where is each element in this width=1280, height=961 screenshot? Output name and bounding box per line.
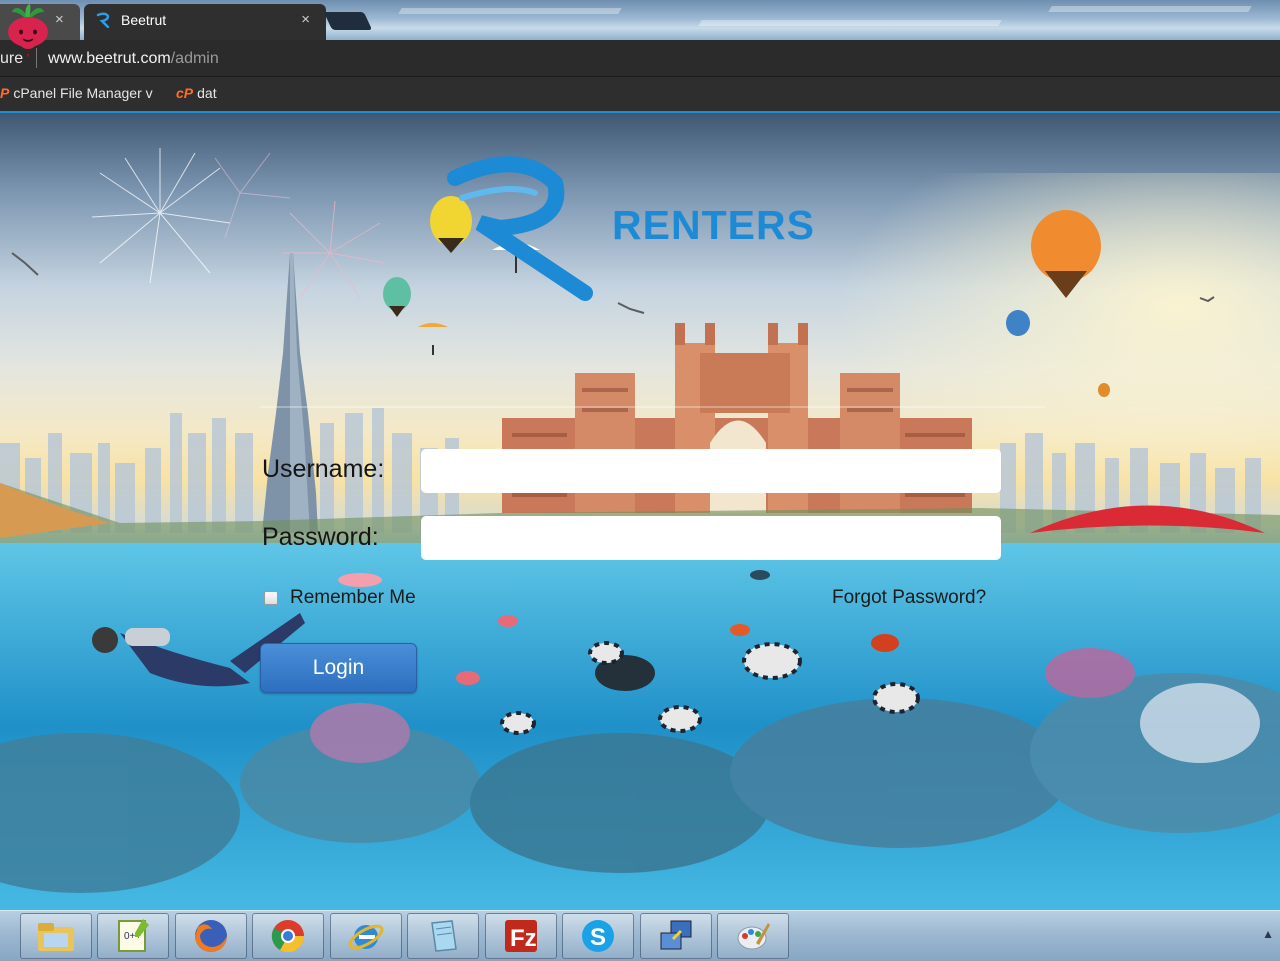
tabstrip-decoration <box>1048 6 1252 12</box>
url-host: www.beetrut.com <box>48 50 171 67</box>
cpanel-icon: cP <box>176 85 194 101</box>
new-tab-button[interactable] <box>323 12 373 30</box>
paint-icon <box>737 923 770 950</box>
taskbar-remote-desktop[interactable] <box>640 913 712 959</box>
bookmark-label: dat <box>197 85 217 101</box>
filezilla-icon: Fz <box>505 920 537 952</box>
bookmark-label: cPanel File Manager v <box>13 85 153 101</box>
show-hidden-icons-button[interactable]: ▲ <box>1262 927 1274 941</box>
taskbar-chrome[interactable] <box>252 913 324 959</box>
remote-desktop-icon <box>660 920 692 950</box>
tabstrip-decoration <box>398 8 622 14</box>
tabstrip-decoration <box>698 20 1002 26</box>
login-page: RENTERS Username: Password: Remember Me … <box>0 113 1280 910</box>
url-text[interactable]: www.beetrut.com/admin <box>48 50 219 68</box>
username-input[interactable] <box>421 449 1001 493</box>
internet-explorer-icon <box>348 924 384 950</box>
tab-beetrut[interactable]: Beetrut × <box>84 4 326 40</box>
brand-name: RENTERS <box>612 202 815 248</box>
tower-building <box>262 253 318 533</box>
password-input[interactable] <box>421 516 1001 560</box>
tab-close-icon[interactable]: × <box>301 11 310 28</box>
remember-me-label[interactable]: Remember Me <box>290 587 416 609</box>
address-bar[interactable]: ure www.beetrut.com/admin <box>0 40 1280 77</box>
renters-logo-icon <box>447 156 593 301</box>
url-path: /admin <box>170 50 219 67</box>
taskbar-paint[interactable] <box>717 913 789 959</box>
taskbar-file-explorer[interactable] <box>20 913 92 959</box>
bookmarks-bar: PcPanel File Manager v cP dat <box>0 77 1280 113</box>
login-button[interactable]: Login <box>260 643 417 693</box>
background-scene: RENTERS <box>0 148 1280 910</box>
bookmark-dat[interactable]: cP dat <box>176 85 217 101</box>
taskbar-firefox[interactable] <box>175 913 247 959</box>
taskbar-notepad[interactable] <box>407 913 479 959</box>
taskbar-filezilla[interactable]: Fz <box>485 913 557 959</box>
tab-title: Beetrut <box>121 12 167 28</box>
forgot-password-link[interactable]: Forgot Password? <box>832 587 986 609</box>
fireworks <box>91 148 386 299</box>
beet-logo-icon <box>8 4 48 58</box>
firefox-icon <box>195 920 227 952</box>
username-label: Username: <box>262 455 385 483</box>
file-explorer-icon <box>38 923 74 951</box>
chrome-icon <box>271 920 305 953</box>
svg-text:Fz: Fz <box>510 925 537 952</box>
renters-favicon-icon <box>96 12 112 31</box>
tab-close-icon[interactable]: × <box>55 11 64 28</box>
taskbar-notepad-plus-plus[interactable]: 0++ <box>97 913 169 959</box>
taskbar-internet-explorer[interactable] <box>330 913 402 959</box>
cpanel-icon: P <box>0 85 10 101</box>
tab-strip: × Beetrut × <box>0 0 1280 40</box>
taskbar-skype[interactable]: S <box>562 913 634 959</box>
svg-text:S: S <box>590 924 606 951</box>
notepad-plus-plus-icon: 0++ <box>118 919 149 952</box>
bookmark-cpanel-file-manager[interactable]: PcPanel File Manager v <box>0 85 153 101</box>
password-label: Password: <box>262 523 379 551</box>
taskbar: 0++ Fz S ▲ <box>0 910 1280 961</box>
remember-me-checkbox[interactable] <box>264 591 278 605</box>
notepad-icon <box>431 920 457 952</box>
skype-icon: S <box>582 920 614 952</box>
